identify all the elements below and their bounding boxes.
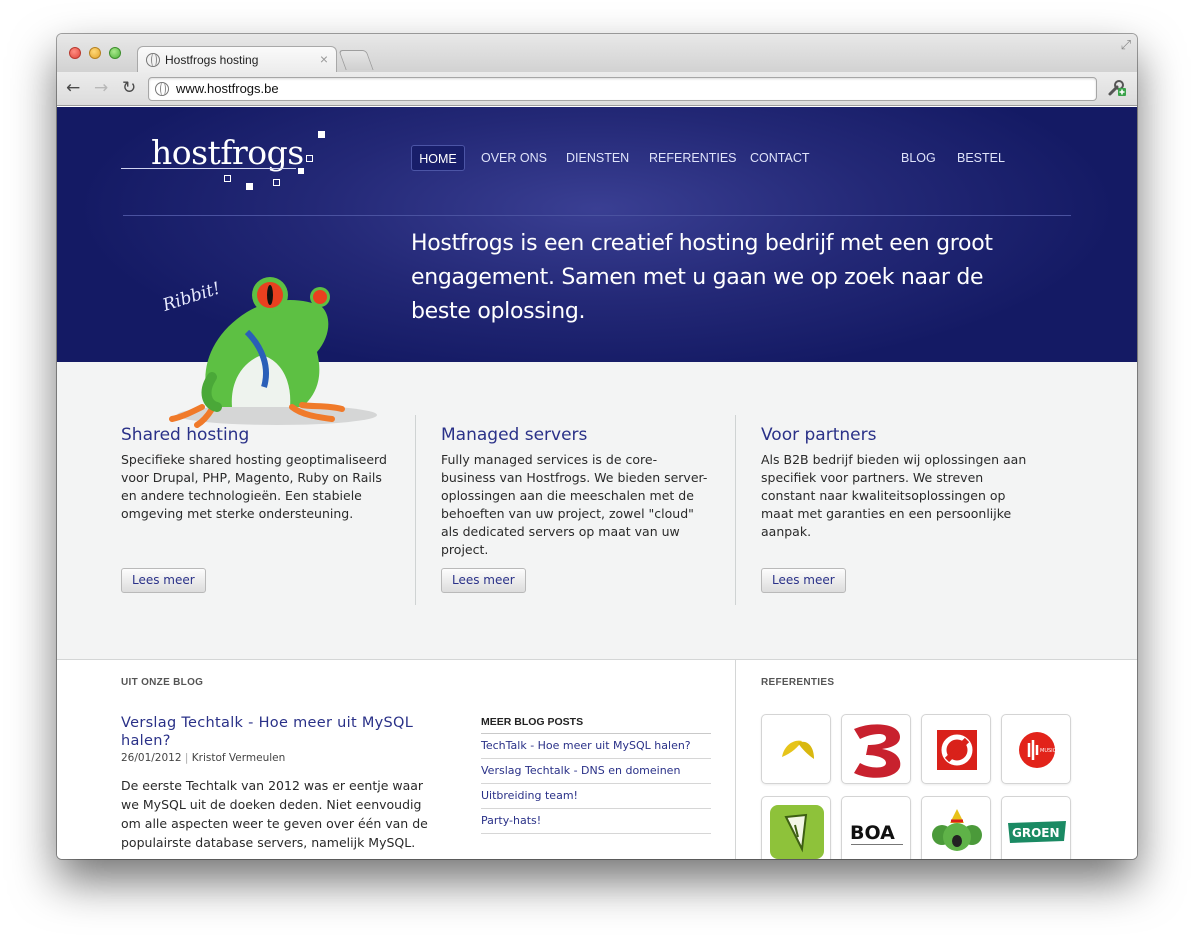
logo-square [224,175,231,182]
groen-logo-icon: GROEN [1008,821,1066,843]
logo-square [306,155,313,162]
browser-tab[interactable]: Hostfrogs hosting × [137,46,337,73]
address-bar[interactable]: www.hostfrogs.be [148,77,1097,101]
reference-logo-tile[interactable] [761,714,831,784]
reload-icon[interactable]: ↻ [122,78,136,98]
globe-icon [146,53,160,67]
back-arrow-icon[interactable]: ← [66,78,80,98]
column-title: Voor partners [761,425,877,445]
logo-text: MUSIC [1040,748,1057,754]
column-text: Fully managed services is de core-busine… [441,452,708,557]
hero-tagline: Hostfrogs is een creatief hosting bedrij… [411,231,993,324]
nav-home[interactable]: HOME [411,145,465,171]
logo-square [318,131,325,138]
logo-underline [121,168,296,169]
nav-blog[interactable]: BLOG [901,145,936,171]
blog-post-meta: 26/01/2012 | Kristof Vermeulen [121,752,285,764]
frog-mascot-illustration: Ribbit! [159,277,377,428]
column-title: Shared hosting [121,425,250,445]
green-cone-logo-icon [770,805,824,859]
logo-text: hostfrogs [151,133,304,172]
nav-over-ons[interactable]: OVER ONS [481,145,547,171]
column-title: Managed servers [441,425,588,445]
close-window-button[interactable] [69,47,81,59]
nav-referenties[interactable]: REFERENTIES [649,145,737,171]
wrench-icon[interactable] [1107,78,1127,98]
browser-window: Hostfrogs hosting × ⤢ ← → ↻ www.hostfrog… [57,34,1137,859]
globe-icon [155,82,169,96]
reference-logo-tile[interactable] [921,714,991,784]
more-post-link[interactable]: TechTalk - Hoe meer uit MySQL halen? [481,734,711,759]
red-circle-logo-icon [937,730,977,770]
column-divider [415,415,416,605]
column-voor-partners: Voor partners Als B2B bedrijf bieden wij… [761,425,1031,541]
lees-meer-button[interactable]: Lees meer [121,568,206,593]
logo-square [298,168,304,174]
boa-logo-icon: BOA [850,822,903,845]
bottom-section: UIT ONZE BLOG Verslag Techtalk - Hoe mee… [57,659,1137,859]
more-post-link[interactable]: Verslag Techtalk - DNS en domeinen [481,759,711,784]
more-posts-heading: MEER BLOG POSTS [481,716,711,734]
hero-divider [123,215,1071,216]
logo-square [273,179,280,186]
web-page: hostfrogs HOME OVER ONS DIENSTEN REFEREN… [57,107,1137,859]
blog-section-label: UIT ONZE BLOG [121,677,204,688]
new-tab-button[interactable] [338,50,374,70]
logo-text: GROEN [1012,826,1060,840]
column-managed-servers: Managed servers Fully managed services i… [441,425,711,559]
reference-logo-tile[interactable] [761,796,831,859]
bottom-divider [735,660,736,859]
browser-toolbar: ← → ↻ www.hostfrogs.be [57,72,1137,106]
blog-post-title[interactable]: Verslag Techtalk - Hoe meer uit MySQL ha… [121,714,451,750]
forward-arrow-icon[interactable]: → [94,78,108,98]
more-posts-list: TechTalk - Hoe meer uit MySQL halen? Ver… [481,734,711,834]
fullscreen-icon[interactable]: ⤢ [1121,38,1131,53]
url-text[interactable]: www.hostfrogs.be [176,81,279,96]
logo-text: BOA [850,822,895,844]
nav-bestel[interactable]: BESTEL [957,145,1005,171]
column-shared-hosting: Shared hosting Specifieke shared hosting… [121,425,391,523]
reference-logo-tile[interactable]: BOA [841,796,911,859]
references-section-label: REFERENTIES [761,677,835,688]
column-text: Als B2B bedrijf bieden wij oplossingen a… [761,452,1027,539]
more-post-link[interactable]: Party-hats! [481,809,711,834]
nav-contact[interactable]: CONTACT [750,145,810,171]
minimize-window-button[interactable] [89,47,101,59]
nav-diensten[interactable]: DIENSTEN [566,145,629,171]
tab-title: Hostfrogs hosting [165,53,259,67]
site-logo[interactable]: hostfrogs [121,131,331,193]
yellow-leaf-logo-icon [782,740,814,759]
column-divider [735,415,736,605]
post-author: Kristof Vermeulen [191,752,286,764]
reference-logo-tile[interactable]: GROEN [1001,796,1071,859]
lees-meer-button[interactable]: Lees meer [441,568,526,593]
reference-logo-tile[interactable]: MUSIC [1001,714,1071,784]
zoom-window-button[interactable] [109,47,121,59]
blog-post-excerpt: De eerste Techtalk van 2012 was er eentj… [121,778,428,850]
reference-logo-tile[interactable] [841,714,911,784]
more-post-link[interactable]: Uitbreiding team! [481,784,711,809]
koala-logo-icon [932,809,982,851]
reference-logo-tile[interactable] [921,796,991,859]
lees-meer-button[interactable]: Lees meer [761,568,846,593]
column-text: Specifieke shared hosting geoptimaliseer… [121,452,387,521]
meta-separator: | [184,752,189,764]
vtm-3-logo-icon [854,724,901,778]
title-bar: Hostfrogs hosting × ⤢ [57,34,1137,73]
logo-square [246,183,253,190]
post-date: 26/01/2012 [121,752,182,764]
tab-close-button[interactable]: × [320,51,328,67]
red-music-logo-icon: MUSIC [1019,732,1057,768]
ribbit-caption: Ribbit! [159,278,222,316]
